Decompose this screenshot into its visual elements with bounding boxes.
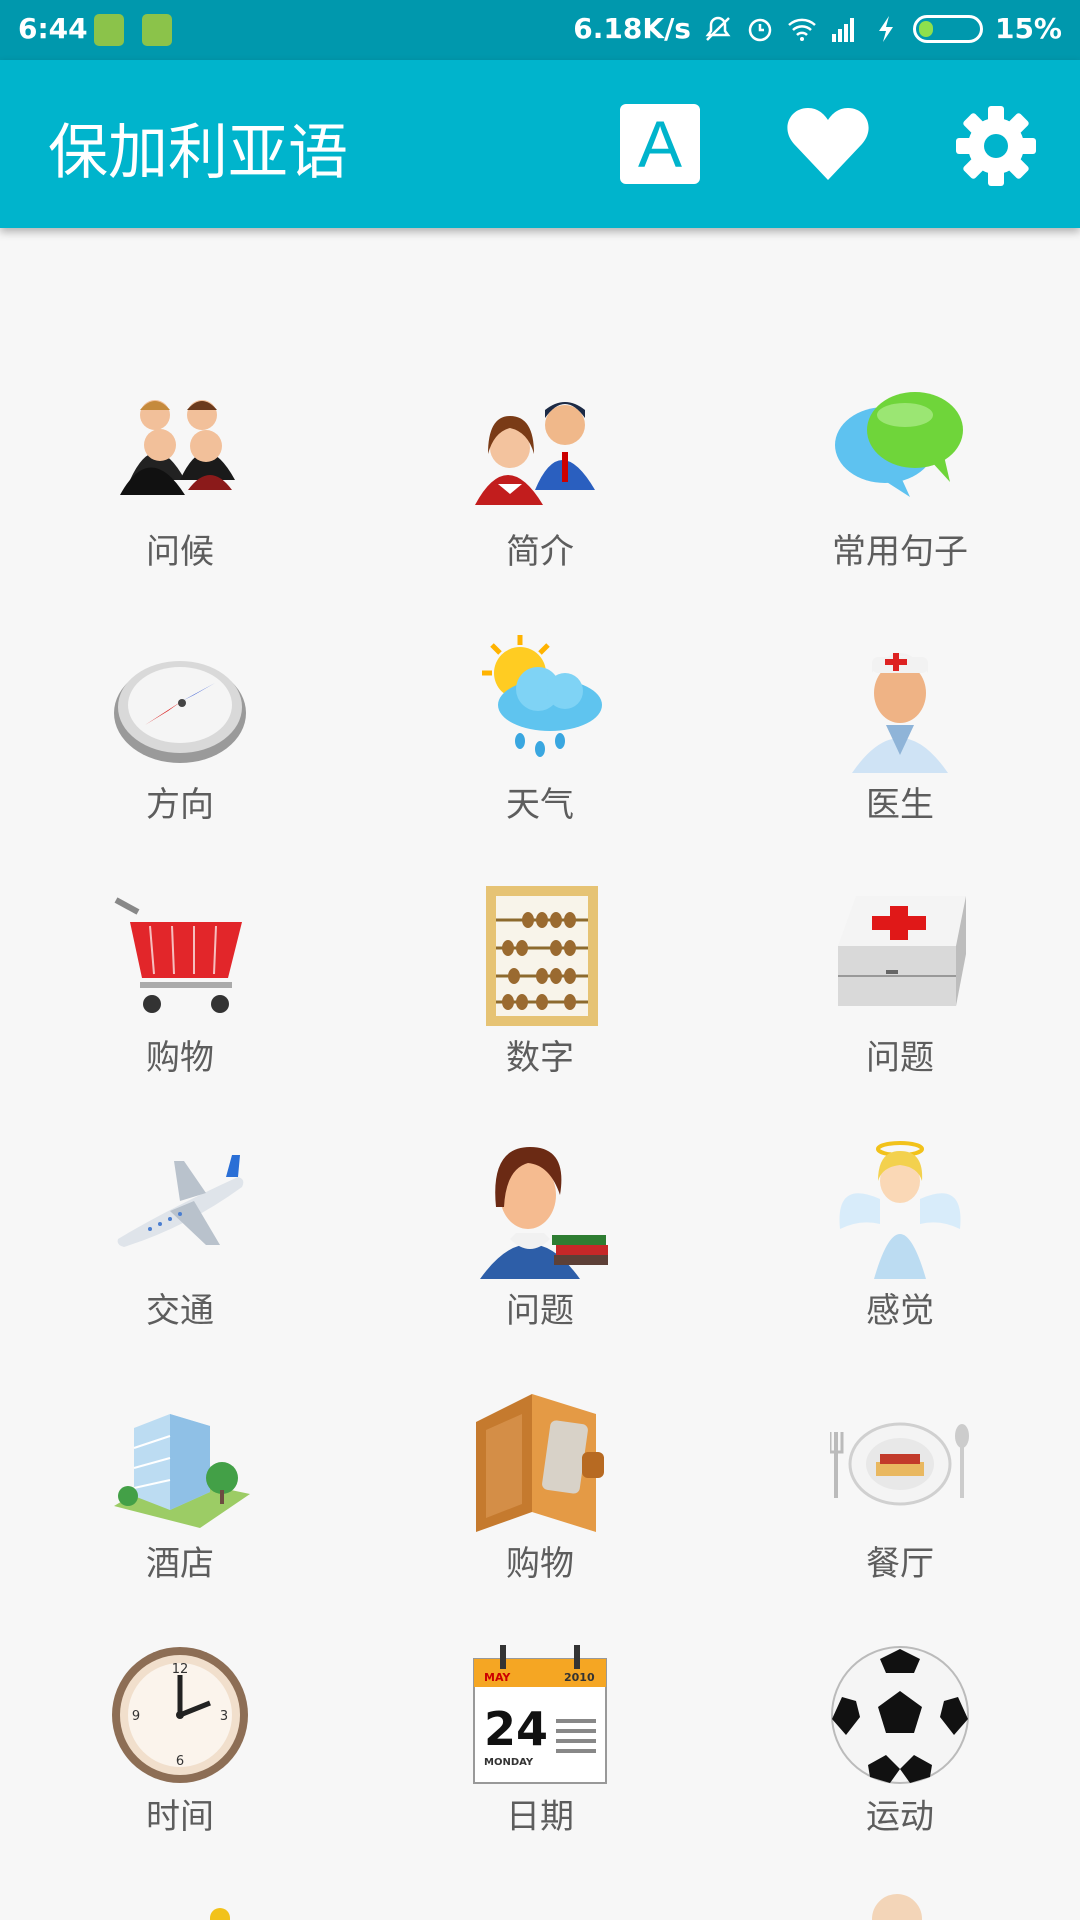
category-label: 运动 xyxy=(866,1797,934,1837)
app-bar: 保加利亚语 A xyxy=(0,60,1080,228)
category-tile[interactable]: 感觉 xyxy=(720,1139,1080,1339)
category-tile[interactable]: 交通 xyxy=(0,1139,360,1339)
mute-icon xyxy=(705,16,731,41)
category-tile[interactable]: MAY 2010 24 MONDAY 日期 xyxy=(360,1645,720,1845)
network-speed: 6.18K/s xyxy=(573,12,691,45)
restaurant-plate-icon xyxy=(830,1422,969,1506)
battery-icon xyxy=(912,14,983,43)
svg-text:12: 12 xyxy=(172,1662,189,1677)
chat-bubbles-icon xyxy=(835,392,963,497)
compass-icon xyxy=(114,661,246,763)
category-tile[interactable]: 购物 xyxy=(0,886,360,1086)
category-label: 购物 xyxy=(506,1544,574,1584)
weather-icon xyxy=(482,635,602,757)
category-label: 餐厅 xyxy=(866,1544,934,1584)
category-tile[interactable]: 问题 xyxy=(360,1139,720,1339)
couple-icon xyxy=(475,402,595,505)
signal-icon xyxy=(831,17,854,42)
hotel-icon xyxy=(114,1414,250,1528)
abacus-icon xyxy=(486,886,598,1026)
category-label: 医生 xyxy=(866,785,934,825)
category-label: 感觉 xyxy=(866,1291,934,1331)
gear-icon[interactable] xyxy=(954,104,1038,188)
category-tile[interactable]: 问题 xyxy=(720,886,1080,1086)
category-tile[interactable]: 方向 xyxy=(0,633,360,833)
category-tile[interactable]: 12 3 6 9 时间 xyxy=(0,1645,360,1845)
category-label: 问题 xyxy=(866,1038,934,1078)
category-label: 酒店 xyxy=(146,1544,214,1584)
svg-text:3: 3 xyxy=(220,1709,228,1724)
category-tile[interactable]: 数字 xyxy=(360,886,720,1086)
calendar-day: 24 xyxy=(484,1702,548,1756)
doctor-icon xyxy=(852,653,948,773)
category-label: 数字 xyxy=(506,1038,574,1078)
heart-icon[interactable] xyxy=(786,104,870,184)
category-tile[interactable]: 常用句子 xyxy=(720,380,1080,580)
status-right-group: 6.18K/s 15% xyxy=(573,12,1062,45)
category-label: 天气 xyxy=(506,785,574,825)
airplane-icon xyxy=(117,1155,244,1247)
category-tile[interactable]: 简介 xyxy=(360,380,720,580)
status-bar: 6:44 6.18K/s 15% xyxy=(0,0,1080,60)
people-meeting-icon xyxy=(120,400,235,495)
category-tile[interactable]: 餐厅 xyxy=(720,1392,1080,1592)
category-label: 时间 xyxy=(146,1797,214,1837)
first-aid-kit-icon xyxy=(838,896,966,1006)
category-tile[interactable]: 问候 xyxy=(0,380,360,580)
calendar-icon: MAY 2010 24 MONDAY xyxy=(473,1645,607,1784)
svg-text:9: 9 xyxy=(132,1709,140,1724)
angel-icon xyxy=(839,1141,961,1279)
sim-icon xyxy=(94,14,124,46)
shopping-cart-icon xyxy=(114,897,242,1013)
soccer-ball-icon xyxy=(831,1646,969,1784)
category-label: 简介 xyxy=(506,532,574,572)
alarm-icon xyxy=(748,18,772,41)
category-label: 问候 xyxy=(146,532,214,572)
category-label: 问题 xyxy=(506,1291,574,1331)
battery-percent: 15% xyxy=(994,12,1062,45)
next-row-hint-left xyxy=(210,1908,230,1920)
category-label: 交通 xyxy=(146,1291,214,1331)
teacher-icon xyxy=(480,1147,608,1279)
android-icon xyxy=(142,14,172,46)
category-tile[interactable]: 购物 xyxy=(360,1392,720,1592)
calendar-weekday: MONDAY xyxy=(484,1757,534,1768)
category-label: 方向 xyxy=(146,785,214,825)
charging-icon xyxy=(878,15,893,42)
category-label: 日期 xyxy=(506,1797,574,1837)
next-row-hint-right xyxy=(872,1894,922,1920)
category-label: 购物 xyxy=(146,1038,214,1078)
category-tile[interactable]: 酒店 xyxy=(0,1392,360,1592)
category-tile[interactable]: 运动 xyxy=(720,1645,1080,1845)
app-title: 保加利亚语 xyxy=(48,118,348,188)
svg-text:6: 6 xyxy=(176,1754,184,1769)
wifi-icon xyxy=(788,18,816,41)
status-time: 6:44 xyxy=(18,12,88,45)
calendar-month: MAY xyxy=(484,1671,511,1684)
wallet-icon xyxy=(476,1394,604,1532)
calendar-year: 2010 xyxy=(564,1671,595,1684)
category-tile[interactable]: 天气 xyxy=(360,633,720,833)
clock-icon: 12 3 6 9 xyxy=(112,1647,248,1783)
font-button[interactable]: A xyxy=(620,104,700,184)
category-label: 常用句子 xyxy=(832,532,968,572)
category-tile[interactable]: 医生 xyxy=(720,633,1080,833)
